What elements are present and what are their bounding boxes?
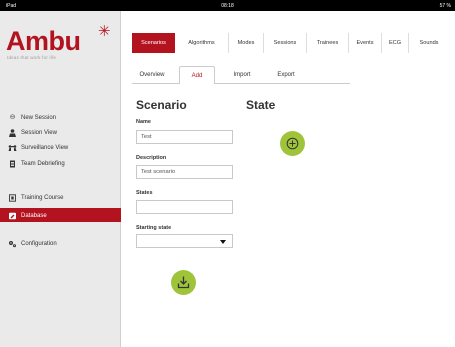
tab-ecg[interactable]: ECG <box>382 33 409 53</box>
battery-level: 57 % <box>439 3 451 9</box>
sidebar-item-session-view[interactable]: Session View <box>0 125 121 140</box>
description-field[interactable] <box>136 165 233 179</box>
logo-star-icon: ✳ <box>98 23 111 40</box>
add-state-button[interactable] <box>280 131 305 156</box>
sidebar-item-label: New Session <box>21 115 57 121</box>
tab-scenarios[interactable]: Scenarios <box>132 33 175 53</box>
subtab-overview[interactable]: Overview <box>135 66 169 84</box>
name-label: Name <box>136 119 151 125</box>
state-title: State <box>246 98 276 112</box>
clock: 08:18 <box>221 3 234 9</box>
subtab-import[interactable]: Import <box>225 66 259 84</box>
logo-wordmark: Ambu <box>6 26 81 56</box>
name-field[interactable] <box>136 130 233 144</box>
person-icon <box>8 129 17 137</box>
subtab-add[interactable]: Add <box>179 66 215 84</box>
sub-tab-bar: Overview Add Import Export <box>121 66 455 86</box>
starting-state-select[interactable] <box>136 234 233 248</box>
states-label: States <box>136 190 153 196</box>
sidebar-item-training-course[interactable]: Training Course <box>0 190 121 205</box>
logo-tagline: Ideas that work for life <box>7 55 57 60</box>
sidebar: Ambu ✳ Ideas that work for life ⊖ New Se… <box>0 11 121 347</box>
starting-state-label: Starting state <box>136 225 172 231</box>
tab-sessions[interactable]: Sessions <box>264 33 307 53</box>
ambu-logo: Ambu ✳ Ideas that work for life <box>6 23 116 71</box>
sidebar-item-label: Training Course <box>21 195 64 201</box>
surveillance-icon <box>8 144 17 152</box>
sidebar-item-surveillance-view[interactable]: Surveillance View <box>0 140 121 155</box>
save-button[interactable] <box>171 270 196 295</box>
tab-trainees[interactable]: Trainees <box>307 33 349 53</box>
description-label: Description <box>136 155 167 161</box>
sidebar-item-team-debriefing[interactable]: Team Debriefing <box>0 156 121 171</box>
tab-events[interactable]: Events <box>349 33 382 53</box>
sidebar-item-label: Team Debriefing <box>21 161 65 167</box>
chevron-down-icon <box>220 240 226 244</box>
sidebar-item-label: Surveillance View <box>21 145 69 151</box>
clipboard-icon <box>8 160 17 168</box>
sidebar-item-new-session[interactable]: ⊖ New Session <box>0 110 121 125</box>
sidebar-item-label: Session View <box>21 130 57 136</box>
sidebar-item-configuration[interactable]: Configuration <box>0 236 121 251</box>
tab-sounds[interactable]: Sounds <box>409 33 449 53</box>
new-session-icon: ⊖ <box>9 114 16 121</box>
tab-algorithms[interactable]: Algorithms <box>175 33 229 53</box>
subtab-export[interactable]: Export <box>269 66 303 84</box>
sidebar-item-label: Configuration <box>21 241 57 247</box>
download-icon <box>177 276 190 289</box>
plus-circle-icon <box>286 137 299 150</box>
database-icon <box>8 212 17 220</box>
sidebar-item-label: Database <box>21 213 47 219</box>
states-field[interactable] <box>136 200 233 214</box>
scenario-title: Scenario <box>136 98 187 112</box>
status-bar: iPad 08:18 57 % <box>0 0 455 11</box>
configuration-icon <box>8 240 17 248</box>
training-icon <box>8 194 17 202</box>
tab-modes[interactable]: Modes <box>229 33 264 53</box>
sidebar-item-database[interactable]: Database <box>0 208 121 222</box>
top-tab-bar: Scenarios Algorithms Modes Sessions Trai… <box>121 33 455 53</box>
